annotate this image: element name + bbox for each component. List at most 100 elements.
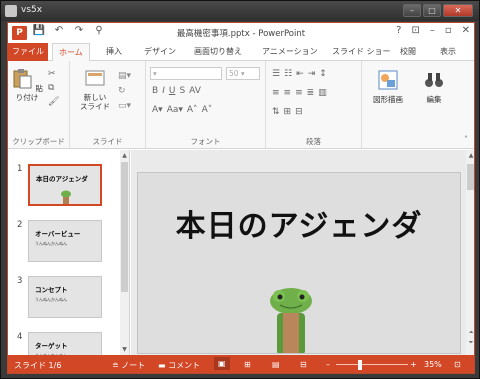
binoculars-icon [425, 73, 443, 87]
thumbnail-scrollbar[interactable]: ▲ ▼ [120, 150, 129, 355]
section-icon[interactable]: ▭▾ [118, 99, 131, 114]
shapes-button[interactable]: 図形描画 [366, 69, 410, 104]
help-button[interactable]: ? [396, 25, 401, 36]
ribbon-tabs: ファイル ホーム 挿入 デザイン 画面切り替え アニメーション スライド ショー… [8, 43, 474, 62]
font-color-icon[interactable]: A▾ [152, 105, 163, 115]
notes-button[interactable]: ≘ ノート [112, 360, 145, 371]
zoom-slider-thumb[interactable] [357, 360, 362, 370]
zoom-out-button[interactable]: – [326, 360, 330, 369]
frog-character-image[interactable] [270, 287, 312, 354]
slide-thumbnail-1[interactable]: 本日のアジェンダ [28, 164, 102, 206]
minimize-button[interactable]: – [430, 25, 435, 36]
editor-scroll-up[interactable]: ▲ [466, 152, 474, 159]
align-right-icon[interactable]: ≡ [295, 88, 303, 98]
font-format-row: B I U S AV [152, 86, 201, 96]
slide-number-3: 3 [17, 276, 23, 286]
comments-button[interactable]: ▬ コメント [158, 360, 200, 371]
next-slide-icon[interactable]: ⏷ [466, 339, 474, 347]
editing-button[interactable]: 編集 [416, 69, 452, 104]
zoom-slider-track[interactable] [336, 364, 408, 365]
align-left-icon[interactable]: ≡ [272, 88, 280, 98]
increase-indent-icon[interactable]: ⇥ [308, 69, 316, 79]
paste-button[interactable]: 貼り付け [10, 67, 44, 102]
scroll-down-arrow[interactable]: ▼ [120, 346, 129, 353]
tab-file[interactable]: ファイル [8, 43, 48, 61]
collapse-ribbon-icon[interactable]: ˄ [464, 135, 468, 144]
status-bar: スライド 1/6 ≘ ノート ▬ コメント ▣ ⊞ ▤ ⊟ – + 35% ⊡ [8, 355, 474, 373]
group-label-paragraph: 段落 [306, 137, 321, 146]
ribbon-home: 貼り付け ✂ ⧉ 🖌 クリップボード 新しい スライド ▤▾ ↻ ▭▾ スライド… [8, 61, 474, 149]
tab-design[interactable]: デザイン [144, 46, 176, 57]
slide-thumbnail-3[interactable]: コンセプト うんぬんかんぬん [28, 276, 102, 318]
copy-icon[interactable]: ⧉ [48, 81, 59, 95]
layout-icon[interactable]: ▤▾ [118, 69, 131, 84]
ribbon-display-icon[interactable]: ⊡ [411, 25, 419, 36]
tab-insert[interactable]: 挿入 [106, 46, 122, 57]
shrink-font-icon[interactable]: A˅ [202, 105, 213, 115]
case-icon[interactable]: Aa▾ [167, 105, 183, 115]
editor-scroll-thumb[interactable] [467, 164, 474, 190]
reading-view-icon[interactable]: ▤ [272, 360, 280, 369]
scroll-up-arrow[interactable]: ▲ [120, 152, 129, 159]
slideshow-view-icon[interactable]: ⊟ [300, 360, 307, 369]
tab-view[interactable]: 表示 [440, 46, 456, 57]
new-slide-button[interactable]: 新しい スライド [78, 67, 112, 111]
tab-home[interactable]: ホーム [52, 43, 90, 62]
thumbnail-title-1: 本日のアジェンダ [36, 175, 88, 183]
previous-slide-icon[interactable]: ⏶ [466, 329, 474, 337]
new-slide-label-2: スライド [80, 102, 110, 111]
italic-icon[interactable]: I [162, 86, 165, 96]
font-size-value: 50 [229, 69, 239, 78]
editor-scrollbar[interactable]: ▲ ⏶ ⏷ [466, 150, 474, 355]
slide-canvas[interactable]: 本日のアジェンダ [137, 172, 461, 354]
smartart-icon[interactable]: ⊟ [295, 107, 303, 117]
close-button[interactable]: ✕ [462, 25, 470, 36]
cut-icon[interactable]: ✂ [48, 67, 59, 81]
align-text-icon[interactable]: ⊞ [284, 107, 292, 117]
bullets-icon[interactable]: ☰ [272, 69, 280, 79]
group-clipboard: 貼り付け ✂ ⧉ 🖌 クリップボード [8, 61, 70, 149]
group-drawing: 図形描画 [362, 61, 414, 149]
font-size-combo[interactable]: 50 ▾ [226, 67, 260, 80]
group-label-slides: スライド [92, 137, 123, 146]
justify-icon[interactable]: ≣ [307, 88, 315, 98]
thumbnail-scroll-thumb[interactable] [121, 162, 128, 292]
text-direction-icon[interactable]: ⇅ [272, 107, 280, 117]
zoom-in-button[interactable]: + [410, 360, 417, 369]
slide-title[interactable]: 本日のアジェンダ [138, 201, 460, 245]
tab-slideshow[interactable]: スライド ショー [332, 46, 391, 57]
underline-icon[interactable]: U [169, 86, 176, 96]
align-center-icon[interactable]: ≡ [284, 88, 292, 98]
slide-number-4: 4 [17, 332, 23, 342]
outer-maximize-button[interactable]: □ [423, 4, 441, 17]
columns-icon[interactable]: ▥ [318, 88, 327, 98]
strikethrough-icon[interactable]: S [179, 86, 185, 96]
fit-to-window-icon[interactable]: ⊡ [454, 360, 461, 369]
grow-font-icon[interactable]: A˄ [187, 105, 198, 115]
tab-transitions[interactable]: 画面切り替え [194, 46, 242, 57]
reset-icon[interactable]: ↻ [118, 84, 131, 99]
new-slide-icon [85, 70, 105, 86]
format-painter-icon[interactable]: 🖌 [48, 95, 59, 109]
font-family-combo[interactable]: ▾ [150, 67, 222, 80]
group-paragraph: ☰ ☷ ⇤ ⇥ ↕ ≡ ≡ ≡ ≣ ▥ ⇅ ⊞ ⊟ 段落 [266, 61, 362, 149]
zoom-percent[interactable]: 35% [424, 360, 442, 369]
frog-icon [61, 190, 71, 204]
decrease-indent-icon[interactable]: ⇤ [296, 69, 304, 79]
outer-minimize-button[interactable]: – [403, 4, 421, 17]
text-direction-row: ⇅ ⊞ ⊟ [272, 107, 303, 117]
line-spacing-icon[interactable]: ↕ [319, 69, 327, 79]
slide-thumbnail-2[interactable]: オーバービュー うんぬんかんぬん [28, 220, 102, 262]
char-spacing-icon[interactable]: AV [189, 86, 201, 96]
powerpoint-window: P 💾 ↶ ↷ ⚲ 最高機密事項.pptx - PowerPoint ? ⊡ –… [7, 22, 475, 374]
bold-icon[interactable]: B [152, 86, 158, 96]
tab-review[interactable]: 校閲 [400, 46, 416, 57]
thumbnail-title-3: コンセプト [35, 286, 68, 294]
maximize-button[interactable]: ▫ [445, 25, 452, 36]
normal-view-icon[interactable]: ▣ [214, 357, 230, 370]
thumbnail-body-3: うんぬんかんぬん [35, 297, 67, 302]
tab-animations[interactable]: アニメーション [262, 46, 318, 57]
slide-sorter-icon[interactable]: ⊞ [244, 360, 251, 369]
outer-close-button[interactable]: ✕ [443, 4, 473, 17]
numbering-icon[interactable]: ☷ [284, 69, 292, 79]
